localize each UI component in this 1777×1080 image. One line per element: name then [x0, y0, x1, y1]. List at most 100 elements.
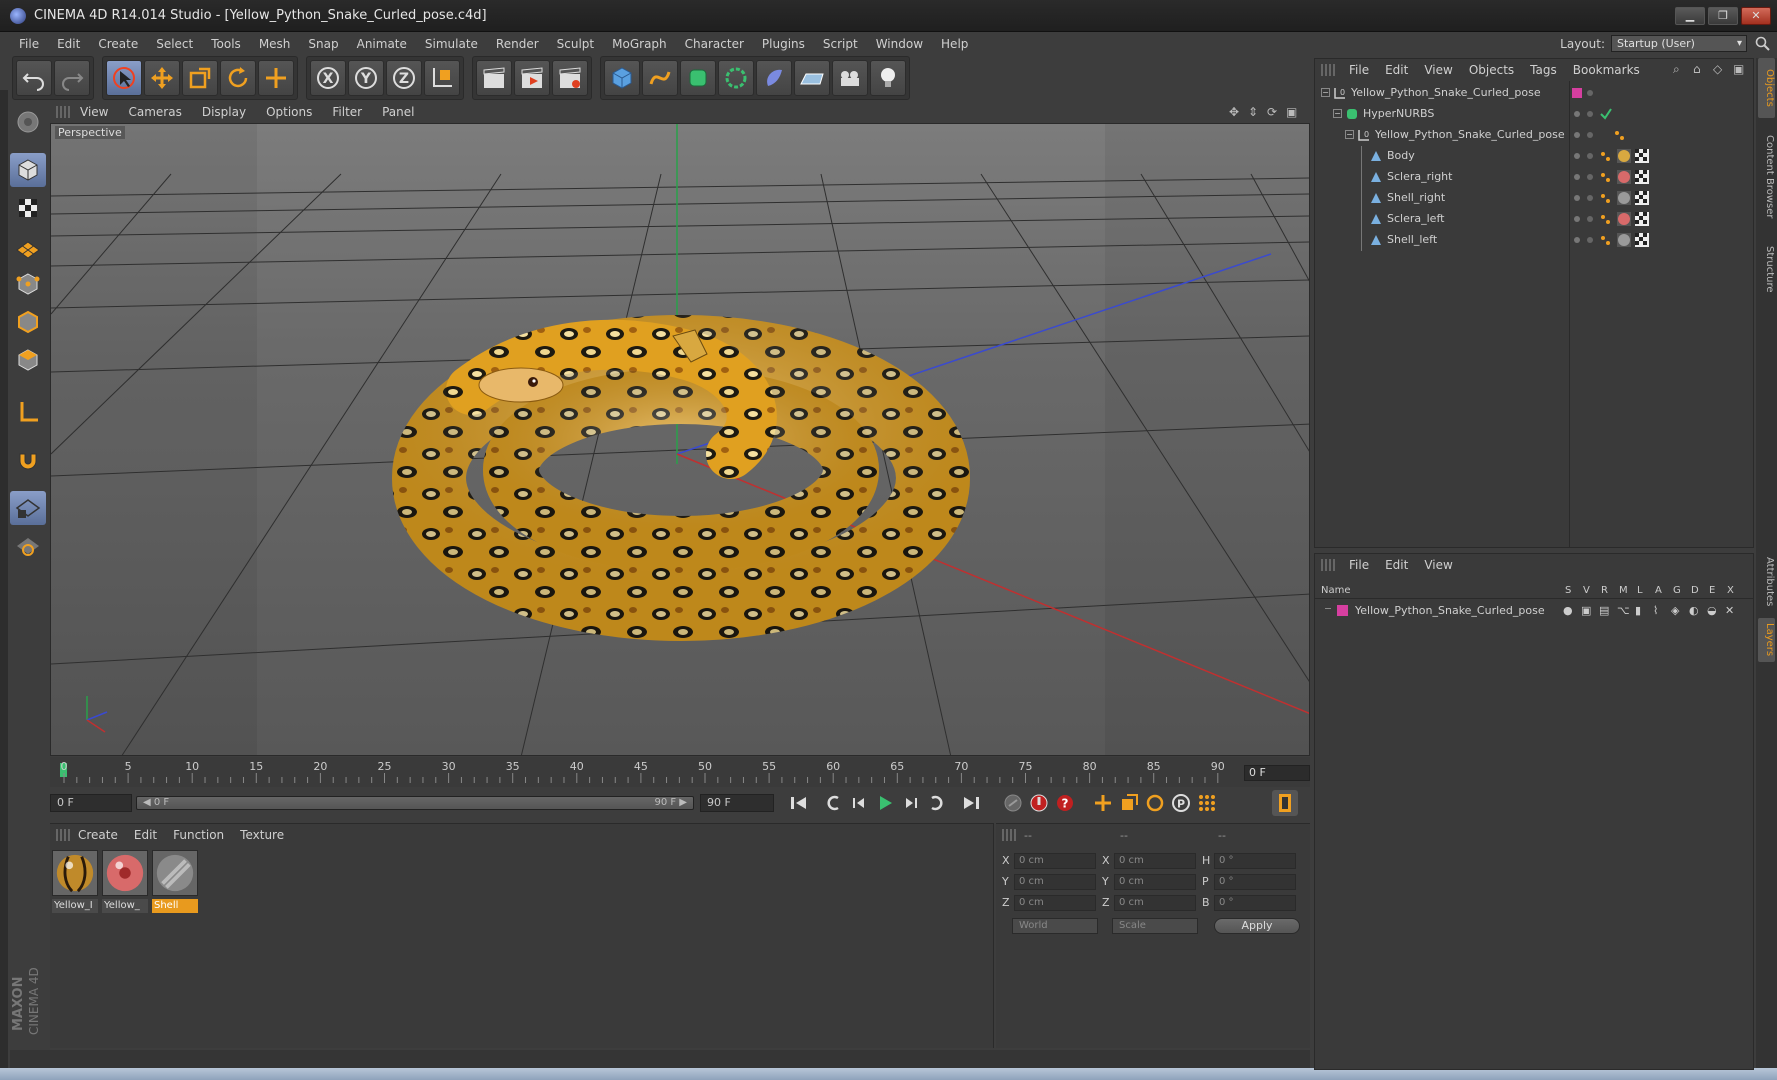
editor-visibility-dot[interactable]: [1574, 111, 1580, 117]
texture-tag-icon[interactable]: [1635, 212, 1649, 226]
axis-mode-tool[interactable]: [10, 395, 46, 429]
key-position-button[interactable]: [1090, 790, 1116, 816]
panel-grip[interactable]: [56, 106, 70, 118]
menu-file[interactable]: File: [10, 37, 48, 51]
layout-dropdown[interactable]: Startup (User): [1611, 35, 1747, 52]
start-frame-field[interactable]: 0 F: [50, 794, 132, 812]
layer-row[interactable]: Yellow_Python_Snake_Curled_pose ● ▣ ▤ ⌥ ▮ ⌇ ◈ ◐…: [1315, 602, 1753, 620]
tab-objects[interactable]: Objects: [1758, 58, 1775, 118]
tab-layers[interactable]: Layers: [1758, 618, 1775, 662]
menu-render[interactable]: Render: [487, 37, 548, 51]
render-visibility-dot[interactable]: [1587, 90, 1593, 96]
add-floor-button[interactable]: [794, 60, 830, 96]
visible-toggle[interactable]: ▣: [1581, 604, 1591, 617]
lm-menu-file[interactable]: File: [1341, 558, 1377, 572]
tree-item[interactable]: Sclera_right: [1315, 167, 1753, 188]
editor-visibility-dot[interactable]: [1574, 153, 1580, 159]
position-y-field[interactable]: 0 cm: [1014, 874, 1096, 890]
home-icon[interactable]: ⌂: [1693, 62, 1707, 76]
om-menu-objects[interactable]: Objects: [1461, 63, 1522, 77]
render-visibility-dot[interactable]: [1587, 174, 1593, 180]
material-tag-icon[interactable]: [1617, 191, 1631, 205]
apply-button[interactable]: Apply: [1214, 918, 1300, 934]
add-light-button[interactable]: [870, 60, 906, 96]
editor-visibility-dot[interactable]: [1574, 216, 1580, 222]
enabled-check-icon[interactable]: [1599, 107, 1613, 121]
layer-color-swatch[interactable]: [1572, 88, 1582, 98]
size-x-field[interactable]: 0 cm: [1114, 853, 1196, 869]
collapse-toggle[interactable]: −: [1321, 88, 1330, 97]
polygons-mode-tool[interactable]: [10, 343, 46, 377]
menu-edit[interactable]: Edit: [48, 37, 89, 51]
render-visibility-dot[interactable]: [1587, 153, 1593, 159]
tree-item[interactable]: Body: [1315, 146, 1753, 167]
panel-grip[interactable]: [1321, 64, 1335, 76]
minimize-button[interactable]: ▁: [1675, 7, 1705, 25]
deformers-toggle[interactable]: ◐: [1689, 604, 1699, 617]
make-editable-tool[interactable]: [10, 105, 46, 139]
search-icon[interactable]: ⌕: [1673, 62, 1687, 76]
tab-content-browser[interactable]: Content Browser: [1758, 122, 1775, 232]
material-swatch[interactable]: Yellow_: [102, 850, 148, 913]
add-nurbs-button[interactable]: [680, 60, 716, 96]
om-menu-file[interactable]: File: [1341, 63, 1377, 77]
keyframe-selection-button[interactable]: ?: [1052, 790, 1078, 816]
texture-tag-icon[interactable]: [1635, 233, 1649, 247]
pan-icon[interactable]: ✥: [1229, 105, 1243, 119]
tab-attributes[interactable]: Attributes: [1758, 552, 1775, 612]
material-swatch[interactable]: Yellow_I: [52, 850, 98, 913]
phong-tag-icon[interactable]: [1599, 233, 1613, 247]
recent-tool[interactable]: [258, 60, 294, 96]
menu-snap[interactable]: Snap: [299, 37, 347, 51]
collapse-icon[interactable]: ◇: [1713, 62, 1727, 76]
close-button[interactable]: ✕: [1741, 7, 1771, 25]
key-parameter-button[interactable]: P: [1168, 790, 1194, 816]
menu-animate[interactable]: Animate: [348, 37, 416, 51]
z-axis-lock[interactable]: Z: [386, 60, 422, 96]
animation-toggle[interactable]: ⌇: [1653, 604, 1658, 617]
editor-visibility-dot[interactable]: [1574, 132, 1580, 138]
live-selection-tool[interactable]: [106, 60, 142, 96]
menu-script[interactable]: Script: [814, 37, 867, 51]
timeline-button[interactable]: [1272, 790, 1298, 816]
workplane-mode-tool[interactable]: [10, 229, 46, 263]
material-tag-icon[interactable]: [1617, 170, 1631, 184]
position-z-field[interactable]: 0 cm: [1014, 895, 1096, 911]
tree-item[interactable]: Shell_left: [1315, 230, 1753, 251]
add-deformer-button[interactable]: [756, 60, 792, 96]
edges-mode-tool[interactable]: [10, 305, 46, 339]
om-menu-edit[interactable]: Edit: [1377, 63, 1416, 77]
tab-structure[interactable]: Structure: [1758, 236, 1775, 302]
points-mode-tool[interactable]: [10, 267, 46, 301]
material-tag-icon[interactable]: [1617, 149, 1631, 163]
material-menu-texture[interactable]: Texture: [232, 828, 292, 842]
previous-key-button[interactable]: [820, 790, 846, 816]
render-visibility-dot[interactable]: [1587, 132, 1593, 138]
viewport-menu-view[interactable]: View: [70, 105, 118, 119]
menu-select[interactable]: Select: [147, 37, 202, 51]
end-frame-field[interactable]: 90 F: [700, 794, 774, 812]
key-rotation-button[interactable]: [1142, 790, 1168, 816]
menu-simulate[interactable]: Simulate: [416, 37, 487, 51]
play-button[interactable]: [872, 790, 898, 816]
go-to-end-button[interactable]: [958, 790, 984, 816]
texture-tag-icon[interactable]: [1635, 149, 1649, 163]
lock-workplane-tool[interactable]: [10, 491, 46, 525]
render-toggle[interactable]: ▤: [1599, 604, 1609, 617]
tree-item[interactable]: Sclera_left: [1315, 209, 1753, 230]
viewport-menu-display[interactable]: Display: [192, 105, 256, 119]
menu-plugins[interactable]: Plugins: [753, 37, 814, 51]
expressions-toggle[interactable]: ◒: [1707, 604, 1717, 617]
tree-item[interactable]: − 0 Yellow_Python_Snake_Curled_pose: [1315, 83, 1753, 104]
render-visibility-dot[interactable]: [1587, 216, 1593, 222]
generators-toggle[interactable]: ◈: [1671, 604, 1679, 617]
coordinate-system-toggle[interactable]: [424, 60, 460, 96]
menu-character[interactable]: Character: [676, 37, 753, 51]
rotation-b-field[interactable]: 0 °: [1214, 895, 1296, 911]
next-frame-button[interactable]: [898, 790, 924, 816]
lm-menu-view[interactable]: View: [1416, 558, 1460, 572]
rotate-tool[interactable]: [220, 60, 256, 96]
lock-toggle[interactable]: ▮: [1635, 604, 1641, 617]
panel-grip[interactable]: [1321, 559, 1335, 571]
maximize-viewport-icon[interactable]: ▣: [1286, 105, 1300, 119]
